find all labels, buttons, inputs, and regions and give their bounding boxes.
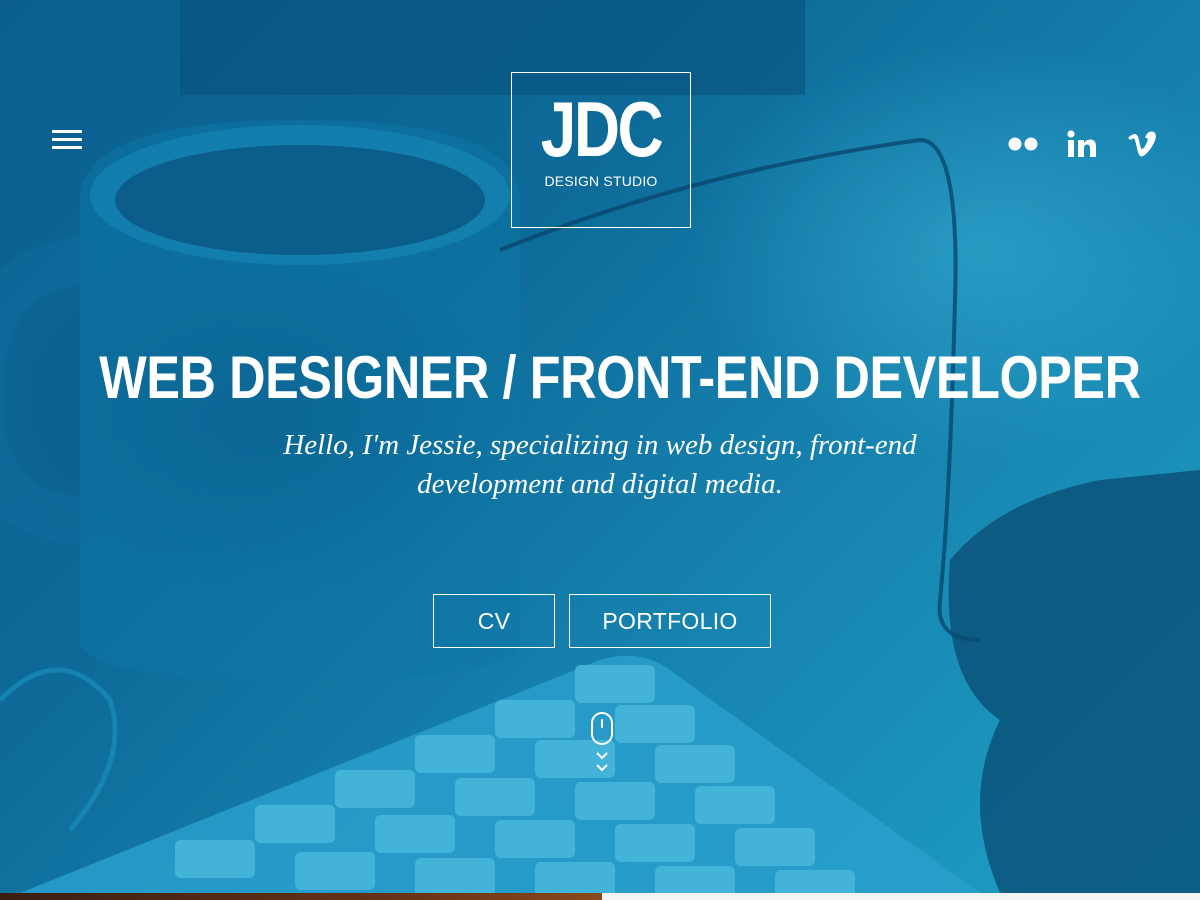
mouse-scroll-icon[interactable]	[588, 712, 616, 776]
hero-tagline: Hello, I'm Jessie, specializing in web d…	[283, 429, 917, 500]
linkedin-icon[interactable]	[1062, 124, 1102, 164]
next-section-image-right	[602, 893, 1200, 900]
flickr-icon[interactable]	[1004, 124, 1042, 164]
cv-button[interactable]: CV	[433, 594, 555, 648]
portfolio-button[interactable]: PORTFOLIO	[569, 594, 771, 648]
menu-bar	[52, 138, 82, 141]
logo-subtitle: DESIGN STUDIO	[544, 173, 658, 189]
vimeo-icon[interactable]	[1122, 124, 1162, 164]
menu-bar	[52, 146, 82, 149]
logo-mark: JDC	[540, 85, 664, 173]
next-section-image-left	[0, 893, 602, 900]
hero-section: JDC DESIGN STUDIO WEB DESIGNER / FRONT-E…	[0, 0, 1200, 893]
hamburger-menu-icon[interactable]	[52, 127, 82, 151]
hero-headline-text: WEB DESIGNER / FRONT-END DEVELOPER	[99, 344, 1141, 411]
menu-bar	[52, 130, 82, 133]
studio-logo[interactable]: JDC DESIGN STUDIO	[511, 72, 691, 228]
next-section-preview	[0, 893, 1200, 900]
hero-headline: WEB DESIGNER / FRONT-END DEVELOPER	[0, 340, 1200, 416]
